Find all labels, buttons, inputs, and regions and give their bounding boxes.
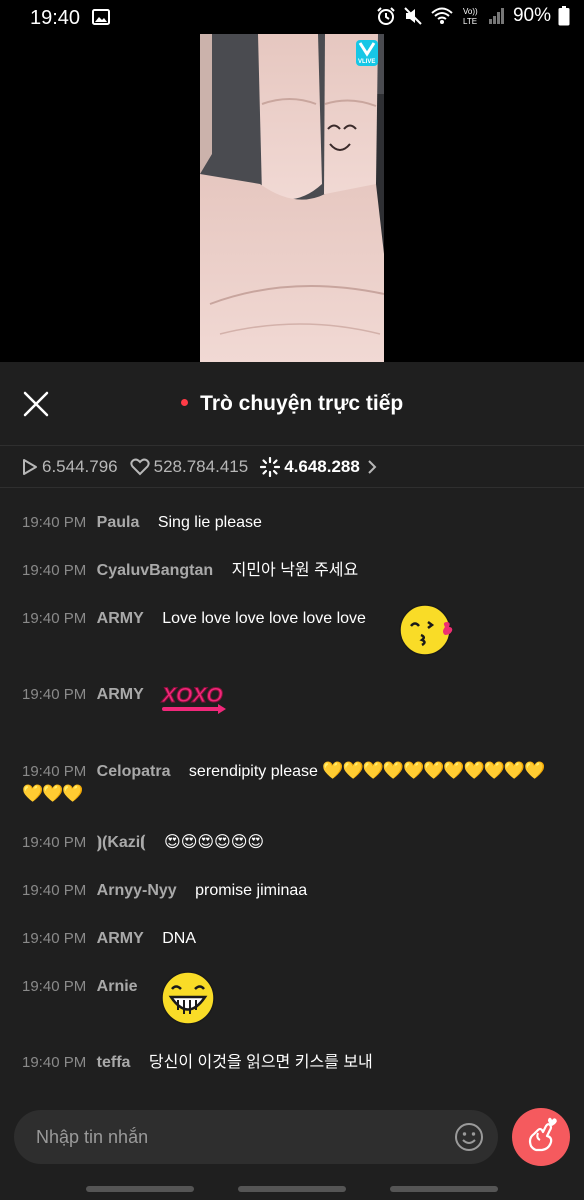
chat-message: 19:40 PM teffa 당신이 이것을 읽으면 키스를 보내 (22, 1052, 570, 1074)
vlive-logo-mark: VLIVE (358, 42, 375, 65)
yellow-hearts-line2: 💛💛💛 (22, 784, 84, 803)
burst-icon (260, 456, 281, 477)
message-username[interactable]: Arnie (97, 978, 138, 995)
message-username[interactable]: ARMY (97, 610, 144, 627)
send-heart-button[interactable] (512, 1108, 570, 1166)
message-text: 당신이 이것을 읽으면 키스를 보내 (148, 1054, 373, 1071)
chat-title: Trò chuyện trực tiếp (200, 392, 404, 415)
video-image (200, 34, 384, 362)
yellow-hearts: 💛💛💛💛💛💛💛💛💛💛💛 (322, 761, 545, 780)
message-time: 19:40 PM (22, 1054, 87, 1071)
chat-message: 19:40 PM Paula Sing lie please (22, 512, 570, 534)
message-username[interactable]: Arnyy-Nyy (97, 882, 177, 899)
message-time: 19:40 PM (22, 562, 87, 579)
message-text: Love love love love love love (162, 610, 366, 627)
volte-icon: Vo)) LTE (463, 7, 478, 26)
nav-handle-center (238, 1186, 346, 1192)
stickers-count: 4.648.288 (284, 456, 360, 476)
live-indicator-dot (180, 398, 188, 406)
message-username[interactable]: teffa (97, 1054, 131, 1071)
xoxo-text: XOXO (161, 684, 223, 707)
chevron-right-icon[interactable] (366, 459, 378, 475)
xoxo-sticker: XOXO (161, 684, 226, 714)
plays-stat: 6.544.796 (22, 457, 118, 477)
chat-message: 19:40 PM ARMY DNA (22, 928, 570, 950)
stats-row[interactable]: 6.544.796 528.784.415 4.648.288 (0, 446, 584, 488)
svg-text:Vo)): Vo)) (463, 7, 478, 16)
message-time: 19:40 PM (22, 834, 87, 851)
grin-emoji-sticker (161, 971, 215, 1025)
status-time: 19:40 (30, 7, 81, 29)
wifi-icon (431, 7, 453, 24)
status-bar: 19:40 Vo)) LTE 90% (0, 0, 584, 34)
message-text: 😍😍😍😍😍😍 (164, 834, 265, 851)
message-text: 지민아 낙원 주세요 (231, 562, 359, 579)
play-icon (23, 458, 37, 475)
chat-message: 19:40 PM Arnie (22, 971, 570, 1025)
message-username[interactable]: Celopatra (97, 763, 171, 780)
svg-text:LTE: LTE (463, 17, 477, 26)
alarm-icon (377, 7, 395, 25)
finger-heart-icon[interactable] (512, 1108, 570, 1166)
emoji-button[interactable] (454, 1122, 484, 1152)
chat-message: 19:40 PM CyaluvBangtan 지민아 낙원 주세요 (22, 560, 570, 582)
vlive-logo: VLIVE (356, 40, 378, 66)
message-time: 19:40 PM (22, 763, 87, 780)
chat-message: 19:40 PM Celopatra serendipity please 💛💛… (22, 760, 570, 806)
message-text: promise jiminaa (195, 882, 308, 899)
message-text: serendipity please (188, 763, 318, 780)
chat-message: 19:40 PM ⦘(Kazi⦗ 😍😍😍😍😍😍 (22, 832, 570, 854)
message-time: 19:40 PM (22, 686, 87, 703)
chat-header: Trò chuyện trực tiếp (0, 362, 584, 446)
smiley-icon[interactable] (454, 1122, 484, 1152)
likes-stat: 528.784.415 (130, 456, 249, 477)
video-frame[interactable]: VLIVE (200, 34, 384, 362)
nav-handle-right (390, 1186, 498, 1192)
chat-message: 19:40 PM ARMY Love love love love love l… (22, 604, 570, 656)
message-input[interactable] (36, 1110, 436, 1164)
chat-title-wrap: Trò chuyện trực tiếp (0, 392, 584, 416)
status-icons: Vo)) LTE 90% (376, 5, 570, 27)
chat-message: 19:40 PM ARMY XOXO (22, 684, 570, 714)
plays-count: 6.544.796 (42, 456, 118, 476)
message-time: 19:40 PM (22, 882, 87, 899)
message-username[interactable]: CyaluvBangtan (97, 562, 213, 579)
kiss-emoji-sticker (399, 604, 453, 656)
stickers-stat[interactable]: 4.648.288 (260, 456, 382, 477)
svg-text:VLIVE: VLIVE (358, 59, 375, 65)
gallery-icon (92, 9, 110, 25)
message-username[interactable]: ARMY (97, 686, 144, 703)
video-player[interactable]: VLIVE (0, 34, 584, 362)
message-text: DNA (162, 930, 197, 947)
message-input-bar[interactable] (14, 1110, 498, 1164)
chat-message: 19:40 PM Arnyy-Nyy promise jiminaa (22, 880, 570, 902)
message-time: 19:40 PM (22, 930, 87, 947)
message-time: 19:40 PM (22, 514, 87, 531)
battery-icon (558, 6, 570, 26)
message-time: 19:40 PM (22, 978, 87, 995)
signal-icon (488, 8, 504, 24)
message-time: 19:40 PM (22, 610, 87, 627)
message-username[interactable]: ⦘(Kazi⦗ (97, 834, 146, 851)
likes-count: 528.784.415 (153, 456, 249, 476)
message-text: Sing lie please (157, 514, 262, 531)
heart-outline-icon (130, 458, 150, 475)
battery-percentage: 90% (512, 5, 551, 26)
mute-icon (404, 7, 422, 25)
message-username[interactable]: ARMY (97, 930, 144, 947)
message-username[interactable]: Paula (97, 514, 140, 531)
nav-handle-left (86, 1186, 194, 1192)
